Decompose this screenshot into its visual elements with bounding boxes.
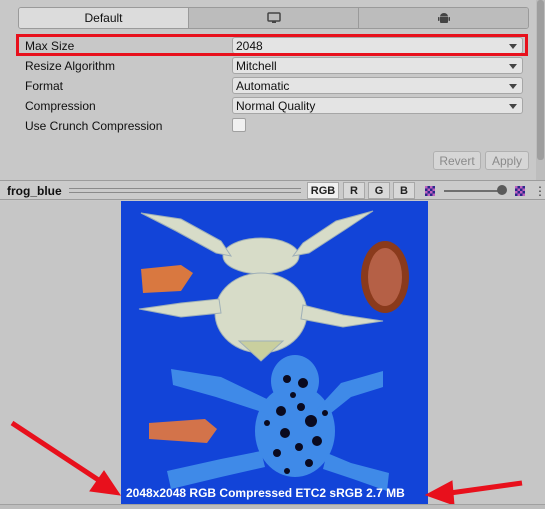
- preview-title: frog_blue: [7, 184, 62, 198]
- resize-algorithm-dropdown[interactable]: Mitchell: [232, 57, 523, 74]
- crunch-compression-label: Use Crunch Compression: [25, 119, 163, 133]
- platform-tabs: Default: [18, 7, 529, 29]
- mip-small-icon: [425, 186, 435, 196]
- compression-row: Compression Normal Quality: [22, 96, 527, 116]
- more-options-icon[interactable]: ⋮: [534, 184, 545, 198]
- apply-button-label: Apply: [491, 153, 523, 168]
- right-arrow-shaft: [449, 480, 523, 496]
- crunch-compression-checkbox[interactable]: [232, 118, 246, 132]
- chevron-down-icon: [509, 64, 517, 69]
- mip-large-icon: [515, 186, 525, 196]
- tab-standalone[interactable]: [189, 8, 359, 28]
- format-dropdown[interactable]: Automatic: [232, 77, 523, 94]
- apply-button[interactable]: Apply: [485, 151, 529, 170]
- channel-g-button[interactable]: G: [368, 182, 390, 199]
- left-arrow-shaft: [10, 420, 102, 484]
- chevron-down-icon: [509, 84, 517, 89]
- monitor-icon: [266, 12, 281, 23]
- compression-dropdown[interactable]: Normal Quality: [232, 97, 523, 114]
- channel-b-button[interactable]: B: [393, 182, 415, 199]
- tab-default[interactable]: Default: [19, 8, 189, 28]
- mip-level-slider[interactable]: [444, 190, 504, 192]
- tab-default-label: Default: [84, 11, 123, 25]
- texture-preview-area: 2048x2048 RGB Compressed ETC2 sRGB 2.7 M…: [0, 201, 545, 509]
- format-value: Automatic: [236, 79, 290, 93]
- compression-label: Compression: [25, 99, 96, 113]
- channel-r-button[interactable]: R: [343, 182, 365, 199]
- chevron-down-icon: [509, 104, 517, 109]
- compression-value: Normal Quality: [236, 99, 316, 113]
- annotation-arrows: [10, 420, 523, 506]
- preview-header: frog_blue RGB R G B ⋮: [0, 180, 545, 200]
- revert-button[interactable]: Revert: [433, 151, 481, 170]
- format-label: Format: [25, 79, 64, 93]
- resize-algorithm-row: Resize Algorithm Mitchell: [22, 56, 527, 76]
- max-size-highlight-box: [16, 34, 528, 56]
- resize-algorithm-value: Mitchell: [236, 59, 277, 73]
- crunch-compression-row: Use Crunch Compression: [22, 116, 527, 136]
- bottom-bar: [0, 504, 545, 509]
- mip-level-slider-handle[interactable]: [497, 185, 507, 195]
- inspector-scrollbar[interactable]: [536, 0, 545, 180]
- scrollbar-thumb[interactable]: [537, 0, 544, 160]
- tab-android[interactable]: [359, 8, 528, 28]
- channel-rgb-button[interactable]: RGB: [307, 182, 339, 199]
- android-icon: [437, 12, 450, 23]
- resize-grip[interactable]: [69, 188, 301, 193]
- revert-button-label: Revert: [439, 153, 475, 168]
- resize-algorithm-label: Resize Algorithm: [25, 59, 116, 73]
- format-row: Format Automatic: [22, 76, 527, 96]
- right-arrow-head: [424, 480, 455, 506]
